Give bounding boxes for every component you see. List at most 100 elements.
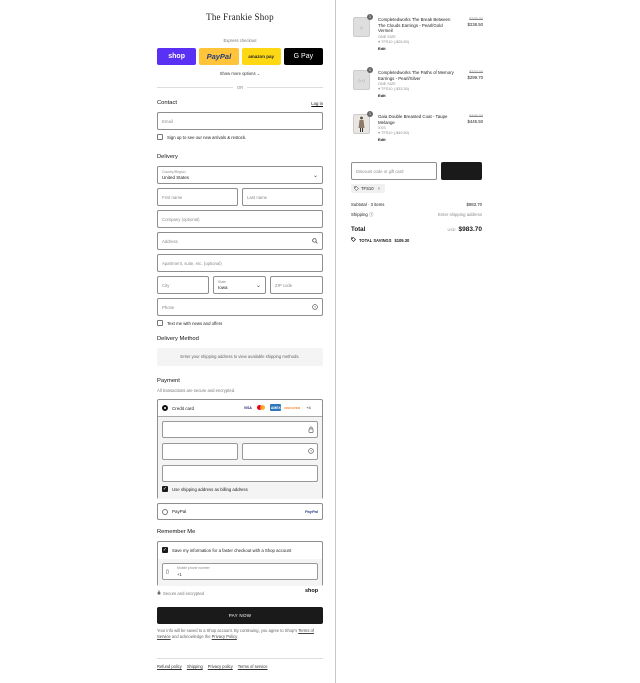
svg-text:?: ?: [314, 305, 316, 309]
remove-discount-icon[interactable]: ×: [378, 186, 380, 191]
shipping-row: Shipping ⓘ Enter shipping address: [351, 212, 482, 218]
phone-field[interactable]: Phone ?: [157, 298, 323, 316]
login-link[interactable]: Log in: [300, 101, 323, 106]
quantity-badge: 1: [367, 111, 373, 117]
quantity-badge: 1: [367, 14, 373, 20]
terms-of-service-link[interactable]: Terms of service: [238, 664, 268, 669]
paypal-option[interactable]: PayPal PayPal: [157, 503, 323, 520]
country-select[interactable]: Country/Region United States ⌄: [157, 166, 323, 184]
secure-label: Secure and encrypted: [163, 590, 204, 596]
paypal-express-button[interactable]: PayPal: [199, 48, 239, 65]
email-field[interactable]: Email: [157, 112, 323, 130]
expiration-date-field[interactable]: [162, 443, 238, 460]
savings-value: $109.30: [394, 237, 410, 243]
total-savings-row: TOTAL SAVINGS $109.30: [351, 237, 409, 243]
product-thumbnail: [353, 114, 370, 134]
subtotal-row: Subtotal · 3 items $983.70: [351, 202, 482, 207]
shop-name[interactable]: The Frankie Shop: [157, 12, 323, 22]
address-field[interactable]: Address: [157, 232, 323, 250]
amex-icon: AMEX: [270, 404, 282, 411]
mobile-number-field[interactable]: ▯ Mobile phone number +1: [162, 563, 318, 580]
paypal-label: PayPal: [172, 509, 187, 514]
remember-me-box: ✓ Save my information for a faster check…: [157, 541, 323, 586]
zip-field[interactable]: ZIP code: [270, 276, 323, 294]
name-on-card-field[interactable]: [162, 465, 318, 482]
state-select[interactable]: State Iowa ⌄: [213, 276, 266, 294]
city-field[interactable]: City: [157, 276, 209, 294]
subtotal-label: Subtotal · 3 items: [351, 202, 385, 207]
product-price: $265.00 $238.50: [467, 17, 483, 27]
applied-discount-tag: TFS10 ×: [351, 184, 385, 193]
pay-now-button[interactable]: PAY NOW: [157, 607, 323, 624]
shipping-methods-info: Enter your shipping address to view avai…: [157, 348, 323, 366]
edit-link[interactable]: Edit: [378, 137, 456, 142]
payment-secure-subtext: All transactions are secure and encrypte…: [157, 388, 236, 393]
state-value: Iowa: [218, 285, 228, 290]
show-more-options-link[interactable]: Show more options ⌄: [157, 71, 323, 76]
billing-address-label: Use shipping address as billing address: [172, 486, 248, 492]
zip-placeholder: ZIP code: [275, 283, 293, 288]
shipping-value: Enter shipping address: [438, 212, 482, 217]
credit-card-header[interactable]: Credit card VISA AMEX DISCOVER +4: [158, 400, 322, 417]
product-price: $495.00 $445.50: [467, 114, 483, 124]
delivery-heading: Delivery: [157, 154, 178, 160]
lock-icon: [308, 426, 314, 435]
apartment-field[interactable]: Apartment, suite, etc. (optional): [157, 254, 323, 272]
billing-address-row[interactable]: ✓ Use shipping address as billing addres…: [162, 486, 248, 492]
last-name-field[interactable]: Last name: [242, 188, 323, 206]
text-offers-row[interactable]: Text me with news and offers: [157, 320, 222, 326]
chevron-down-icon: ⌄: [255, 283, 261, 289]
order-item: 1 Gaia Double Breasted Coat - Taupe Mela…: [353, 111, 483, 152]
apply-discount-button[interactable]: [441, 162, 482, 180]
card-number-field[interactable]: [162, 421, 318, 438]
text-offers-checkbox[interactable]: [157, 320, 163, 326]
billing-address-checkbox[interactable]: ✓: [162, 486, 168, 492]
credit-card-label: Credit card: [172, 405, 195, 411]
shop-logo: shop: [305, 588, 319, 594]
paypal-radio[interactable]: [162, 508, 168, 515]
product-discount: ⌖ TFS10 (-$33.30): [378, 87, 456, 91]
refund-policy-link[interactable]: Refund policy: [157, 664, 182, 669]
total-value: $983.70: [458, 226, 483, 233]
credit-card-radio[interactable]: [162, 405, 168, 411]
payment-heading: Payment: [157, 378, 180, 384]
discount-code-input[interactable]: Discount code or gift card: [351, 162, 437, 180]
privacy-link[interactable]: Privacy Policy: [212, 634, 237, 639]
product-discount-text: TFS10 (-$33.30): [381, 87, 409, 92]
newsletter-checkbox[interactable]: [157, 134, 163, 140]
credit-card-fields: ? ✓ Use shipping address as billing addr…: [158, 417, 322, 499]
newsletter-checkbox-row[interactable]: Sign up to see our new arrivals & restoc…: [157, 134, 246, 140]
company-field[interactable]: Company (optional): [157, 210, 323, 228]
more-cards-count: +4: [306, 405, 311, 410]
security-code-field[interactable]: ?: [242, 443, 318, 460]
mobile-label: Mobile phone number: [177, 566, 210, 570]
google-pay-button[interactable]: G Pay: [283, 48, 323, 65]
savings-label: TOTAL SAVINGS: [359, 237, 392, 243]
or-divider: OR: [157, 85, 323, 90]
save-info-checkbox[interactable]: ✓: [162, 547, 168, 553]
first-name-field[interactable]: First name: [157, 188, 238, 206]
discount-code-placeholder: Discount code or gift card: [356, 169, 404, 174]
edit-link[interactable]: Edit: [378, 46, 456, 51]
help-icon[interactable]: ⓘ: [369, 212, 373, 217]
product-variant: ONE SIZE: [378, 82, 396, 87]
discounted-price: $445.50: [467, 119, 483, 124]
amazon-pay-button[interactable]: amazon pay: [241, 48, 281, 65]
save-info-row[interactable]: ✓ Save my information for a faster check…: [162, 547, 291, 553]
checkout-form-column: The Frankie Shop Express checkout shop P…: [0, 0, 336, 683]
shop-pay-button[interactable]: shop: [157, 48, 197, 65]
order-item: ◇ 1 Completedworks The Break Between The…: [353, 14, 483, 59]
help-icon[interactable]: ?: [312, 304, 318, 312]
product-thumbnail: ◇: [353, 17, 370, 37]
svg-text:?: ?: [310, 449, 312, 453]
help-icon[interactable]: ?: [308, 448, 314, 456]
footer-divider: [157, 658, 323, 659]
total-amount: USD $983.70: [447, 226, 482, 233]
edit-link[interactable]: Edit: [378, 93, 456, 98]
quantity-badge: 1: [367, 67, 373, 73]
tag-icon: [351, 237, 356, 243]
chevron-down-icon: ⌄: [312, 173, 318, 179]
shipping-link[interactable]: Shipping: [187, 664, 203, 669]
privacy-policy-link[interactable]: Privacy policy: [208, 664, 233, 669]
country-value: United States: [162, 175, 190, 180]
